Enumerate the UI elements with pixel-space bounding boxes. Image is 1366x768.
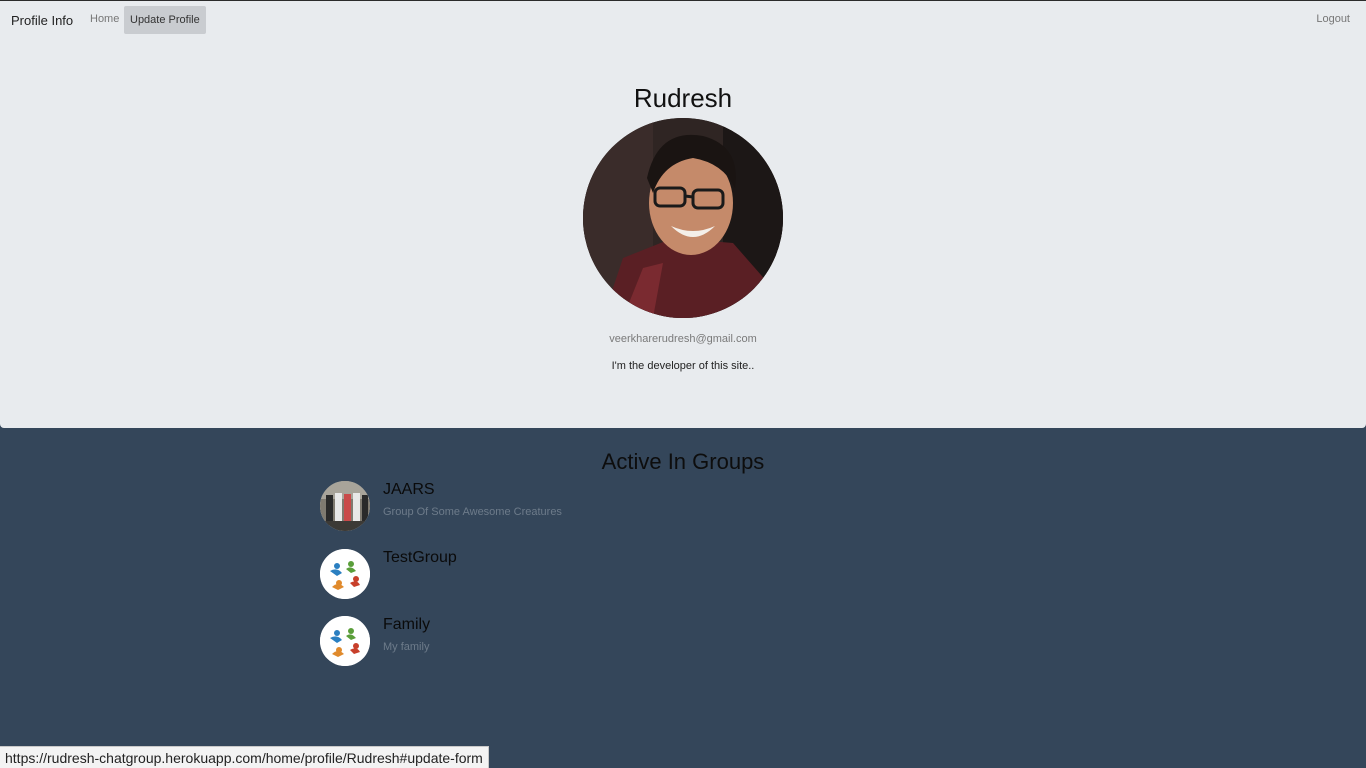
group-avatar — [320, 616, 370, 666]
group-description: Group Of Some Awesome Creatures — [383, 506, 562, 518]
profile-bio: I'm the developer of this site.. — [611, 360, 755, 372]
group-photo-icon — [320, 481, 370, 531]
nav-update-profile-link[interactable]: Update Profile — [124, 6, 206, 34]
group-item-jaars[interactable]: JAARS Group Of Some Awesome Creatures — [320, 481, 920, 533]
group-description: My family — [383, 641, 430, 653]
group-name: Family — [383, 616, 431, 633]
profile-panel: Rudresh veerkharerudresh@gmail.com I'm t… — [0, 40, 1366, 428]
group-name: TestGroup — [383, 549, 457, 566]
group-avatar — [320, 549, 370, 599]
nav-home-link[interactable]: Home — [90, 13, 119, 25]
profile-photo-icon — [583, 118, 783, 318]
group-item-family[interactable]: Family My family — [320, 616, 920, 668]
group-people-icon — [320, 549, 370, 599]
profile-email: veerkharerudresh@gmail.com — [609, 333, 757, 345]
status-bar-url: https://rudresh-chatgroup.herokuapp.com/… — [0, 746, 489, 768]
navbar-brand[interactable]: Profile Info — [11, 13, 73, 28]
groups-section-title: Active In Groups — [601, 449, 765, 474]
nav-logout-link[interactable]: Logout — [1316, 13, 1350, 25]
profile-avatar — [583, 118, 783, 318]
group-avatar — [320, 481, 370, 531]
group-people-icon — [320, 616, 370, 666]
profile-name: Rudresh — [633, 83, 733, 113]
top-navbar: Profile Info Home Update Profile Logout — [0, 0, 1366, 40]
group-item-testgroup[interactable]: TestGroup — [320, 549, 920, 601]
group-name: JAARS — [383, 481, 435, 498]
